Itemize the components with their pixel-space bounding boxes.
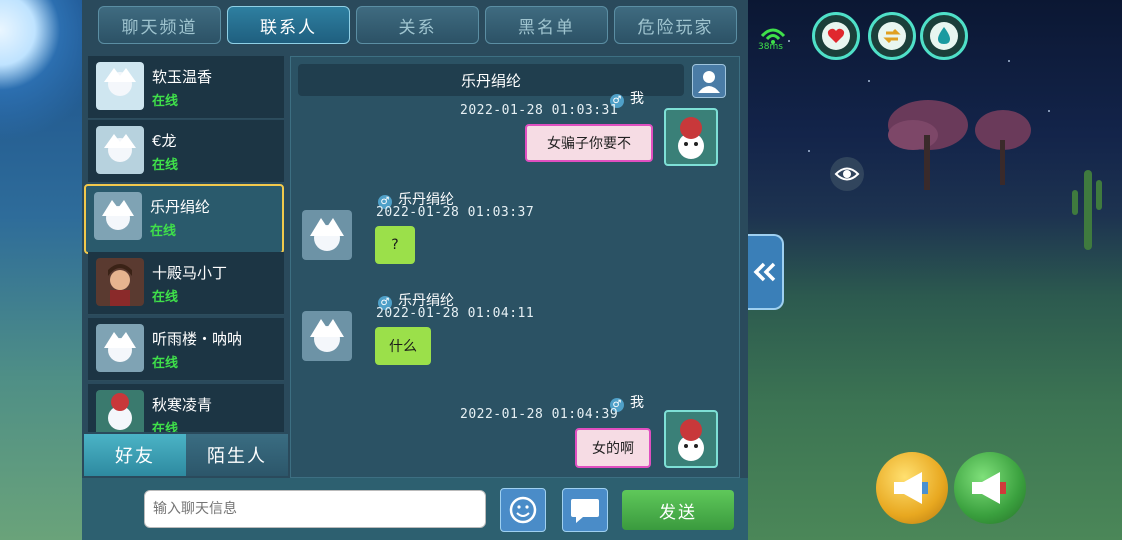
avatar — [96, 324, 144, 372]
avatar — [96, 62, 144, 110]
contact-list[interactable]: 软玉温香 在线 €龙 在线 乐丹绢纶 在线 十殿马小丁 在线 听雨楼・呐呐 在线… — [84, 56, 288, 432]
blossom-trees — [888, 100, 1031, 190]
smiley-icon — [509, 496, 537, 524]
speech-bubble-icon — [571, 499, 599, 523]
heart-icon — [822, 22, 850, 50]
tab-chat-channel[interactable]: 聊天频道 — [98, 6, 221, 44]
my-avatar[interactable] — [664, 410, 718, 468]
emoji-button[interactable] — [500, 488, 546, 532]
my-avatar[interactable] — [664, 108, 718, 166]
water-button[interactable] — [920, 12, 968, 60]
game-scene-left — [0, 0, 90, 540]
quick-message-button[interactable] — [562, 488, 608, 532]
contact-name: 乐丹绢纶 — [150, 198, 211, 216]
contact-name: 十殿马小丁 — [152, 264, 228, 282]
send-button[interactable]: 发送 — [622, 490, 734, 530]
contact-name: 软玉温香 — [152, 68, 213, 86]
network-status: 38ms — [756, 22, 790, 52]
water-drop-icon — [930, 22, 958, 50]
tab-contacts[interactable]: 联系人 — [227, 6, 350, 44]
avatar — [96, 126, 144, 174]
contact-item[interactable]: 秋寒凌青 在线 — [88, 384, 284, 432]
swap-icon — [878, 22, 906, 50]
contact-item[interactable]: 软玉温香 在线 — [88, 56, 284, 119]
message-bubble[interactable]: 什么 — [375, 327, 431, 365]
avatar — [96, 390, 144, 432]
contact-status: 在线 — [150, 224, 177, 239]
megaphone-gold-button[interactable] — [876, 452, 948, 524]
double-chevron-left-icon — [753, 262, 776, 282]
contact-item-selected[interactable]: 乐丹绢纶 在线 — [84, 184, 284, 254]
eye-icon — [834, 167, 860, 181]
tab-strangers[interactable]: 陌生人 — [186, 434, 288, 476]
tab-blacklist[interactable]: 黑名单 — [485, 6, 608, 44]
profile-button[interactable] — [692, 64, 726, 98]
contact-item[interactable]: €龙 在线 — [88, 120, 284, 183]
avatar — [94, 192, 142, 240]
tab-dangerous-players[interactable]: 危险玩家 — [614, 6, 737, 44]
chat-input[interactable] — [144, 490, 486, 528]
swap-button[interactable] — [868, 12, 916, 60]
view-toggle-button[interactable] — [830, 157, 864, 191]
cactus — [1072, 170, 1102, 250]
megaphone-icon — [972, 472, 1006, 504]
partner-avatar[interactable] — [302, 311, 352, 361]
contact-name: 秋寒凌青 — [152, 396, 213, 414]
tab-relations[interactable]: 关系 — [356, 6, 479, 44]
message-timestamp: 2022-01-28 01:04:11 — [376, 306, 535, 321]
contact-name: €龙 — [152, 132, 177, 150]
message-bubble[interactable]: 女骗子你要不 — [525, 124, 653, 162]
avatar — [96, 258, 144, 306]
contact-item[interactable]: 听雨楼・呐呐 在线 — [88, 318, 284, 381]
collapse-panel-button[interactable] — [748, 234, 784, 310]
signal-icon — [760, 28, 786, 44]
tab-bar: 聊天频道 联系人 关系 黑名单 危险玩家 — [98, 6, 737, 44]
message-timestamp: 2022-01-28 01:03:31 — [460, 103, 619, 118]
message-bubble[interactable]: ? — [375, 226, 415, 264]
tab-friends[interactable]: 好友 — [84, 434, 186, 476]
health-button[interactable] — [812, 12, 860, 60]
contact-status: 在线 — [152, 356, 179, 371]
message-timestamp: 2022-01-28 01:03:37 — [376, 205, 535, 220]
contact-name: 听雨楼・呐呐 — [152, 330, 243, 348]
contact-status: 在线 — [152, 94, 179, 109]
contact-filter-tabs: 好友 陌生人 — [84, 434, 288, 476]
contact-status: 在线 — [152, 290, 179, 305]
megaphone-icon — [894, 472, 928, 504]
contact-status: 在线 — [152, 422, 179, 432]
message-timestamp: 2022-01-28 01:04:39 — [460, 407, 619, 422]
contact-item[interactable]: 十殿马小丁 在线 — [88, 252, 284, 315]
user-icon — [698, 71, 720, 93]
ping-value: 38ms — [758, 42, 783, 52]
contact-status: 在线 — [152, 158, 179, 173]
message-bubble[interactable]: 女的啊 — [575, 428, 651, 468]
megaphone-green-button[interactable] — [954, 452, 1026, 524]
partner-avatar[interactable] — [302, 210, 352, 260]
